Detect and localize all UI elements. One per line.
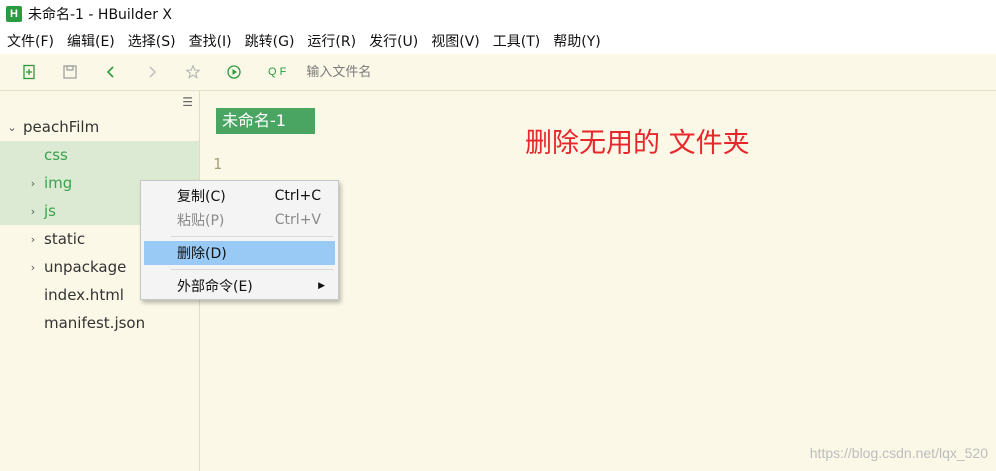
menu-select[interactable]: 选择(S) bbox=[128, 31, 176, 51]
menu-file[interactable]: 文件(F) bbox=[7, 31, 54, 51]
new-file-button[interactable] bbox=[17, 60, 41, 84]
paste-shortcut: Ctrl+V bbox=[274, 212, 321, 228]
chevron-right-icon: › bbox=[30, 232, 36, 246]
delete-label: 删除(D) bbox=[177, 246, 227, 262]
star-icon bbox=[185, 64, 201, 79]
copy-menu-item[interactable]: 复制(C) Ctrl+C bbox=[144, 184, 335, 208]
favorite-button[interactable] bbox=[181, 60, 205, 84]
file-search: Q F bbox=[268, 63, 609, 81]
tree-item-label: index.html bbox=[44, 286, 124, 304]
window-title: 未命名-1 - HBuilder X bbox=[28, 7, 172, 23]
delete-menu-item[interactable]: 删除(D) bbox=[144, 241, 335, 265]
toolbar: Q F bbox=[0, 54, 996, 91]
external-command-menu-item[interactable]: 外部命令(E) ▶ bbox=[144, 274, 335, 298]
line-number: 1 bbox=[213, 155, 223, 173]
tree-item-label: img bbox=[44, 174, 73, 192]
chevron-left-icon bbox=[106, 66, 114, 78]
search-file-icon: Q F bbox=[268, 66, 287, 78]
save-button[interactable] bbox=[58, 60, 82, 84]
copy-label: 复制(C) bbox=[177, 189, 226, 205]
tree-item-label: static bbox=[44, 230, 86, 248]
menu-view[interactable]: 视图(V) bbox=[431, 31, 480, 51]
tree-item-label: js bbox=[44, 202, 56, 220]
tree-item-label: css bbox=[44, 146, 68, 164]
tree-item-css[interactable]: css bbox=[0, 141, 199, 169]
tree-item-label: manifest.json bbox=[44, 314, 146, 332]
menu-publish[interactable]: 发行(U) bbox=[369, 31, 418, 51]
title-bar: H 未命名-1 - HBuilder X bbox=[0, 0, 996, 28]
chevron-right-icon: › bbox=[30, 176, 36, 190]
paste-menu-item[interactable]: 粘贴(P) Ctrl+V bbox=[144, 208, 335, 232]
tree-item-manifest-json[interactable]: manifest.json bbox=[0, 309, 199, 337]
menu-divider bbox=[171, 269, 333, 270]
external-command-label: 外部命令(E) bbox=[177, 279, 253, 295]
chevron-right-icon: › bbox=[30, 260, 36, 274]
menu-help[interactable]: 帮助(Y) bbox=[553, 31, 600, 51]
chevron-right-icon bbox=[149, 66, 157, 78]
menu-run[interactable]: 运行(R) bbox=[307, 31, 356, 51]
annotation-text: 删除无用的 文件夹 bbox=[525, 128, 750, 159]
forward-button[interactable] bbox=[140, 60, 164, 84]
run-button[interactable] bbox=[222, 60, 246, 84]
chevron-right-icon: › bbox=[30, 204, 36, 218]
paste-label: 粘贴(P) bbox=[177, 213, 225, 229]
file-search-input[interactable] bbox=[304, 63, 609, 81]
menu-bar: 文件(F) 编辑(E) 选择(S) 查找(I) 跳转(G) 运行(R) 发行(U… bbox=[0, 28, 996, 54]
tab-untitled-1[interactable]: 未命名-1 bbox=[216, 108, 315, 134]
save-icon bbox=[63, 65, 77, 79]
play-circle-icon bbox=[227, 65, 241, 79]
menu-goto[interactable]: 跳转(G) bbox=[245, 31, 295, 51]
watermark: https://blog.csdn.net/lqx_520 bbox=[809, 445, 988, 461]
menu-tools[interactable]: 工具(T) bbox=[493, 31, 540, 51]
menu-find[interactable]: 查找(I) bbox=[189, 31, 232, 51]
context-menu: 复制(C) Ctrl+C 粘贴(P) Ctrl+V 删除(D) 外部命令(E) … bbox=[140, 180, 339, 300]
tree-item-label: unpackage bbox=[44, 258, 127, 276]
copy-shortcut: Ctrl+C bbox=[274, 188, 321, 204]
menu-edit[interactable]: 编辑(E) bbox=[67, 31, 115, 51]
tree-item-peachfilm[interactable]: ⌄ peachFilm bbox=[0, 113, 199, 141]
menu-divider bbox=[171, 236, 333, 237]
submenu-arrow-icon: ▶ bbox=[318, 281, 325, 291]
new-file-icon bbox=[23, 64, 35, 80]
tree-item-label: peachFilm bbox=[23, 118, 100, 136]
chevron-down-icon: ⌄ bbox=[7, 120, 17, 134]
menu-lines-icon[interactable]: ☰ bbox=[182, 95, 193, 109]
back-button[interactable] bbox=[99, 60, 123, 84]
hbuilder-logo-icon: H bbox=[6, 6, 22, 22]
